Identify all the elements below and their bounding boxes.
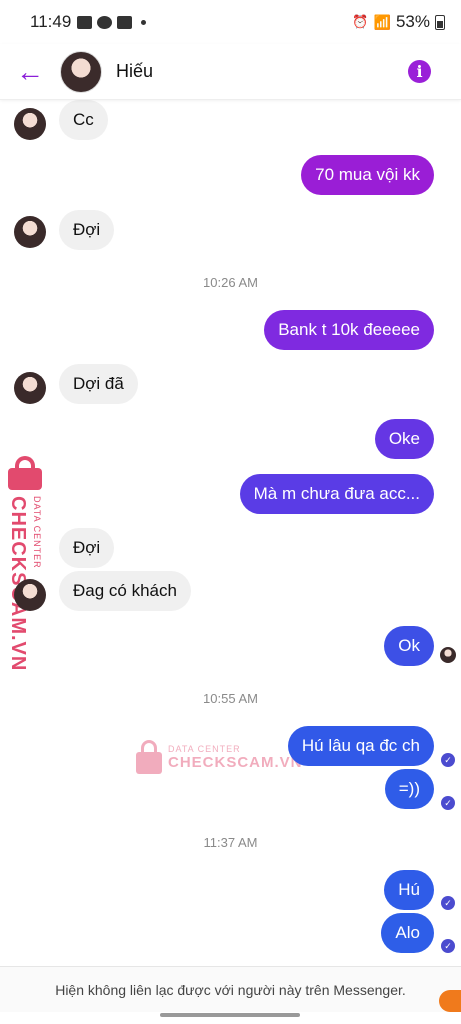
info-button[interactable]: i <box>408 60 431 83</box>
lock-icon <box>136 740 162 774</box>
watermark-tagline: DATA CENTER <box>168 743 241 754</box>
message-bubble[interactable]: Cc <box>59 100 108 140</box>
message-row: Hú <box>384 870 434 910</box>
message-bubble[interactable]: =)) <box>384 769 434 809</box>
seen-avatar <box>440 647 456 663</box>
timestamp: 10:55 AM <box>203 691 258 706</box>
lock-icon <box>6 456 44 490</box>
timestamp: 11:37 AM <box>203 835 258 850</box>
message-row: Dợi đã <box>14 364 138 404</box>
message-row: Đợi <box>59 528 115 568</box>
contact-name[interactable]: Hiếu <box>116 61 153 82</box>
seen-check-icon: ✓ <box>441 896 455 910</box>
message-bubble[interactable]: Hú <box>384 870 434 910</box>
info-icon: i <box>416 62 423 81</box>
avatar[interactable] <box>60 50 102 93</box>
message-row: =)) <box>384 769 434 809</box>
message-bubble[interactable]: 70 mua vội kk <box>301 155 434 195</box>
message-bubble[interactable]: Bank t 10k đeeeee <box>264 310 434 350</box>
message-row: Cc <box>14 100 108 140</box>
more-notifications-icon <box>141 19 147 25</box>
battery-percent: 53% <box>395 12 430 31</box>
status-bar: 11:49 ⏰ 📶 53% <box>0 0 461 44</box>
message-row: Hú lâu qa đc ch <box>287 726 434 766</box>
message-bubble[interactable]: Đợi <box>59 528 115 568</box>
notice-text: Hiện không liên lạc được với người này t… <box>55 981 406 998</box>
avatar <box>14 579 46 611</box>
message-bubble[interactable]: Đợi <box>59 210 115 250</box>
messenger-icon <box>97 15 113 29</box>
message-bubble[interactable]: Đag có khách <box>59 571 191 611</box>
message-bubble[interactable]: Mà m chưa đưa acc... <box>239 474 434 514</box>
watermark-brand: CHECKSCAM.VN <box>168 753 303 771</box>
status-time: 11:49 <box>30 12 72 31</box>
message-row: Oke <box>374 419 434 459</box>
message-row: Đợi <box>14 210 115 250</box>
message-row: Bank t 10k đeeeee <box>264 310 434 350</box>
seen-check-icon: ✓ <box>441 939 455 953</box>
seen-check-icon: ✓ <box>441 796 455 810</box>
arrow-left-icon: ← <box>16 55 44 87</box>
message-bubble[interactable]: Alo <box>381 913 434 953</box>
watermark-tagline: DATA CENTER <box>32 496 42 569</box>
alarm-icon: ⏰ <box>352 14 369 29</box>
timestamp: 10:26 AM <box>203 275 258 290</box>
avatar <box>14 108 46 140</box>
seen-check-icon: ✓ <box>441 753 455 767</box>
back-button[interactable]: ← <box>0 44 60 100</box>
message-bubble[interactable]: Dợi đã <box>59 364 138 404</box>
floating-badge-icon[interactable] <box>439 990 461 1012</box>
message-row: 70 mua vội kk <box>301 155 434 195</box>
message-row: Ok <box>384 626 434 666</box>
message-bubble[interactable]: Ok <box>384 626 434 666</box>
message-bubble[interactable]: Hú lâu qa đc ch <box>287 726 434 766</box>
chat-header: ← Hiếu i <box>0 44 461 100</box>
message-bubble[interactable]: Oke <box>374 419 434 459</box>
watermark-side: CHECKSCAM.VN DATA CENTER <box>6 456 50 671</box>
avatar <box>14 216 46 248</box>
youtube-icon <box>77 15 93 29</box>
watermark-center: DATA CENTER CHECKSCAM.VN <box>136 740 303 774</box>
home-indicator[interactable] <box>160 1013 300 1017</box>
message-row: Alo <box>381 913 434 953</box>
unavailable-notice: Hiện không liên lạc được với người này t… <box>0 966 461 1012</box>
avatar <box>14 372 46 404</box>
gallery-icon <box>117 15 133 29</box>
battery-icon <box>435 14 445 30</box>
wifi-icon: 📶 <box>373 13 391 30</box>
message-row: Mà m chưa đưa acc... <box>239 474 434 514</box>
message-row: Đag có khách <box>14 571 191 611</box>
